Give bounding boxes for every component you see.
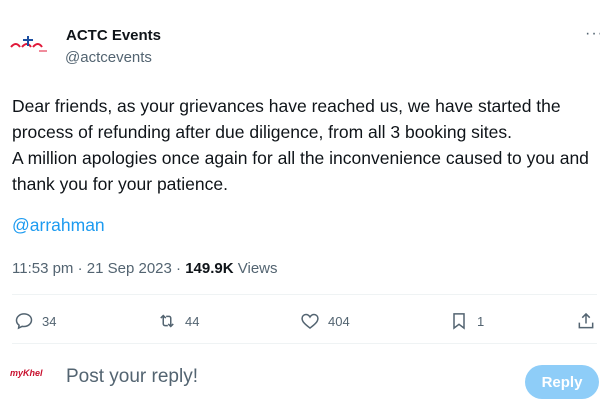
like-count: 404	[328, 313, 350, 329]
reply-icon	[15, 313, 33, 330]
reply-action[interactable]: 34	[14, 303, 56, 339]
tweet-header: ACTC Events @actcevents ···	[0, 0, 600, 80]
tweet-paragraph: A million apologies once again for all t…	[12, 148, 589, 194]
bookmark-icon	[453, 313, 465, 330]
reply-count: 34	[42, 313, 57, 329]
tweet-body: Dear friends, as your grievances have re…	[12, 93, 597, 197]
action-bar: 34 44 404 1	[0, 303, 600, 339]
share-icon	[578, 312, 594, 329]
reply-composer: myKhel Post your reply! Reply	[0, 355, 600, 400]
meta-separator: ·	[176, 260, 182, 277]
divider	[12, 294, 597, 295]
repost-action[interactable]: 44	[157, 303, 199, 339]
meta-separator: ·	[77, 260, 83, 277]
repost-count: 44	[185, 313, 200, 329]
views-label: Views	[237, 260, 278, 277]
author-name[interactable]: ACTC Events	[66, 27, 161, 44]
divider	[12, 343, 597, 344]
bookmark-action[interactable]: 1	[449, 303, 484, 339]
actc-logo-icon	[10, 36, 47, 52]
like-action[interactable]: 404	[300, 303, 350, 339]
user-avatar[interactable]: myKhel	[10, 368, 43, 378]
tweet-meta: 11:53 pm · 21 Sep 2023 · 149.9K Views	[12, 260, 278, 277]
bookmark-count: 1	[477, 313, 485, 329]
tweet-time[interactable]: 11:53 pm	[12, 260, 73, 277]
tweet-paragraph: Dear friends, as your grievances have re…	[12, 96, 561, 142]
repost-icon	[160, 314, 174, 328]
reply-input[interactable]: Post your reply!	[66, 366, 198, 388]
views-count: 149.9K	[185, 260, 234, 277]
author-handle[interactable]: @actcevents	[65, 49, 152, 66]
mention-link[interactable]: @arrahman	[12, 215, 105, 236]
author-avatar[interactable]	[9, 30, 51, 58]
reply-button[interactable]: Reply	[525, 365, 599, 399]
more-horizontal-icon[interactable]: ···	[585, 25, 600, 43]
share-action[interactable]	[576, 303, 596, 339]
heart-icon	[301, 313, 319, 330]
tweet-date[interactable]: 21 Sep 2023	[87, 260, 172, 277]
